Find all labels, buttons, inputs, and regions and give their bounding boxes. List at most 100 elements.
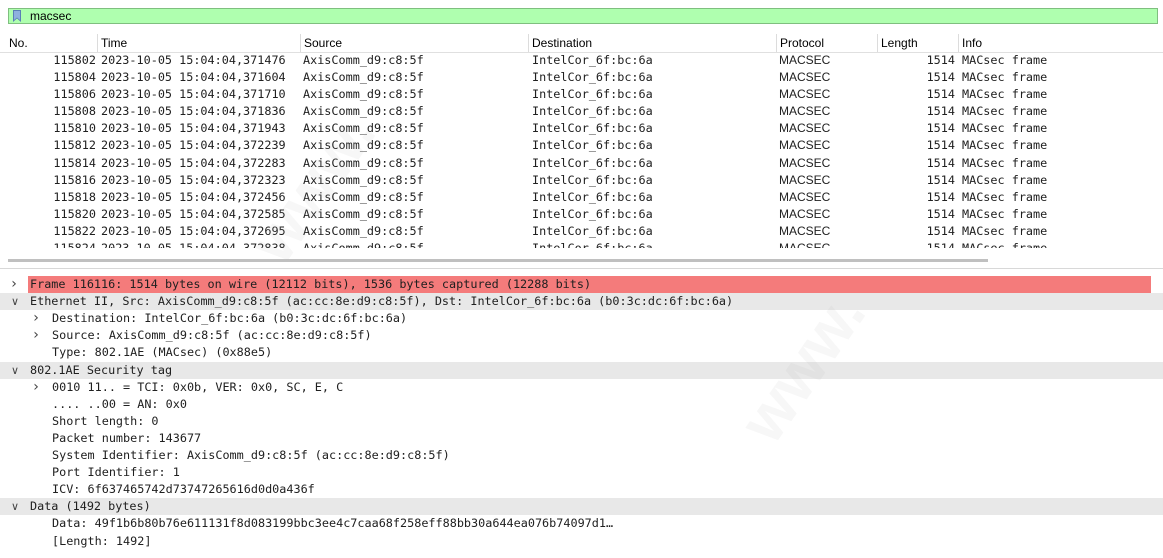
detail-text: Short length: 0 bbox=[52, 413, 159, 428]
table-row[interactable]: 115810 2023-10-05 15:04:04,371943 AxisComm… bbox=[0, 120, 1163, 137]
packet-info: MACsec frame bbox=[962, 206, 1048, 221]
packet-source: AxisComm_d9:c8:5f bbox=[303, 172, 424, 187]
packet-destination: IntelCor_6f:bc:6a bbox=[532, 223, 653, 238]
detail-tree-item[interactable]: Packet number: 143677 bbox=[0, 430, 1163, 447]
packet-time: 2023-10-05 15:04:04,371943 bbox=[101, 121, 286, 136]
detail-tree-item[interactable]: › 0010 11.. = TCI: 0x0b, VER: 0x0, SC, E,… bbox=[0, 379, 1163, 396]
packet-info: MACsec frame bbox=[962, 223, 1048, 238]
packet-source: AxisComm_d9:c8:5f bbox=[303, 138, 424, 153]
column-header-info[interactable]: Info bbox=[958, 34, 1163, 52]
display-filter-input[interactable]: macsec bbox=[8, 8, 1158, 24]
chevron-down-icon[interactable]: ∨ bbox=[9, 362, 21, 379]
packet-destination: IntelCor_6f:bc:6a bbox=[532, 241, 653, 249]
chevron-right-icon[interactable]: › bbox=[8, 276, 20, 293]
horizontal-scrollbar[interactable] bbox=[0, 258, 1163, 268]
detail-tree-item[interactable]: ∨ Ethernet II, Src: AxisComm_d9:c8:5f (ac… bbox=[0, 293, 1163, 311]
packet-info: MACsec frame bbox=[962, 87, 1048, 102]
chevron-right-icon[interactable]: › bbox=[30, 310, 42, 327]
table-row[interactable]: 115814 2023-10-05 15:04:04,372283 AxisComm… bbox=[0, 155, 1163, 172]
chevron-down-icon[interactable]: ∨ bbox=[9, 498, 21, 515]
table-row[interactable]: 115816 2023-10-05 15:04:04,372323 AxisComm… bbox=[0, 172, 1163, 189]
packet-source: AxisComm_d9:c8:5f bbox=[303, 206, 424, 221]
table-row[interactable]: 115818 2023-10-05 15:04:04,372456 AxisComm… bbox=[0, 189, 1163, 206]
packet-list-header: No. Time Source Destination Protocol Len… bbox=[0, 34, 1163, 53]
packet-time: 2023-10-05 15:04:04,372695 bbox=[101, 223, 286, 238]
column-header-time[interactable]: Time bbox=[97, 34, 300, 52]
packet-protocol: MACSEC bbox=[779, 189, 831, 204]
packet-number: 115806 bbox=[53, 87, 96, 102]
column-header-protocol[interactable]: Protocol bbox=[776, 34, 877, 52]
detail-tree-item[interactable]: Data: 49f1b6b80b76e611131f8d083199bbc3ee… bbox=[0, 515, 1163, 532]
packet-destination: IntelCor_6f:bc:6a bbox=[532, 87, 653, 102]
table-row[interactable]: 115812 2023-10-05 15:04:04,372239 AxisComm… bbox=[0, 137, 1163, 154]
chevron-down-icon[interactable]: ∨ bbox=[9, 293, 21, 310]
detail-tree-item[interactable]: ∨ Data (1492 bytes) bbox=[0, 498, 1163, 516]
packet-list[interactable]: No. Time Source Destination Protocol Len… bbox=[0, 34, 1163, 256]
packet-number: 115802 bbox=[53, 53, 96, 67]
packet-info: MACsec frame bbox=[962, 172, 1048, 187]
packet-length: 1514 bbox=[926, 155, 955, 170]
detail-text: 0010 11.. = TCI: 0x0b, VER: 0x0, SC, E, … bbox=[52, 379, 344, 394]
column-header-destination[interactable]: Destination bbox=[528, 34, 776, 52]
packet-time: 2023-10-05 15:04:04,371604 bbox=[101, 70, 286, 85]
detail-tree-item[interactable]: › Destination: IntelCor_6f:bc:6a (b0:3c:d… bbox=[0, 310, 1163, 327]
table-row[interactable]: 115806 2023-10-05 15:04:04,371710 AxisComm… bbox=[0, 86, 1163, 103]
column-header-length[interactable]: Length bbox=[877, 34, 958, 52]
packet-info: MACsec frame bbox=[962, 155, 1048, 170]
chevron-right-icon[interactable]: › bbox=[30, 379, 42, 396]
packet-protocol: MACSEC bbox=[779, 104, 831, 119]
detail-tree-item[interactable]: Port Identifier: 1 bbox=[0, 464, 1163, 481]
detail-tree-item[interactable]: [Length: 1492] bbox=[0, 533, 1163, 550]
packet-time: 2023-10-05 15:04:04,372323 bbox=[101, 172, 286, 187]
packet-number: 115816 bbox=[53, 172, 96, 187]
packet-length: 1514 bbox=[926, 172, 955, 187]
packet-details-tree[interactable]: › Frame 116116: 1514 bytes on wire (12112… bbox=[0, 276, 1163, 558]
packet-length: 1514 bbox=[926, 189, 955, 204]
packet-time: 2023-10-05 15:04:04,371476 bbox=[101, 53, 286, 67]
column-header-no[interactable]: No. bbox=[0, 34, 97, 52]
table-row[interactable]: 115804 2023-10-05 15:04:04,371604 AxisComm… bbox=[0, 69, 1163, 86]
detail-text: Ethernet II, Src: AxisComm_d9:c8:5f (ac:… bbox=[30, 294, 734, 309]
detail-tree-item[interactable]: › Source: AxisComm_d9:c8:5f (ac:cc:8e:d9:… bbox=[0, 327, 1163, 344]
packet-number: 115804 bbox=[53, 70, 96, 85]
detail-tree-item[interactable]: › Frame 116116: 1514 bytes on wire (12112… bbox=[11, 276, 1151, 293]
packet-info: MACsec frame bbox=[962, 138, 1048, 153]
detail-tree-item[interactable]: Short length: 0 bbox=[0, 413, 1163, 430]
packet-info: MACsec frame bbox=[962, 104, 1048, 119]
detail-tree-item[interactable]: ICV: 6f637465742d73747265616d0d0a436f bbox=[0, 481, 1163, 498]
detail-tree-item[interactable]: Type: 802.1AE (MACsec) (0x88e5) bbox=[0, 344, 1163, 361]
table-row[interactable]: 115802 2023-10-05 15:04:04,371476 AxisComm… bbox=[0, 52, 1163, 69]
packet-length: 1514 bbox=[926, 121, 955, 136]
packet-number: 115818 bbox=[53, 189, 96, 204]
pane-divider[interactable] bbox=[0, 268, 1163, 269]
chevron-right-icon[interactable]: › bbox=[30, 327, 42, 344]
table-row[interactable]: 115822 2023-10-05 15:04:04,372695 AxisComm… bbox=[0, 223, 1163, 240]
bookmark-icon[interactable] bbox=[13, 10, 21, 22]
packet-protocol: MACSEC bbox=[779, 121, 831, 136]
packet-time: 2023-10-05 15:04:04,372239 bbox=[101, 138, 286, 153]
table-row[interactable]: 115808 2023-10-05 15:04:04,371836 AxisComm… bbox=[0, 103, 1163, 120]
packet-info: MACsec frame bbox=[962, 121, 1048, 136]
packet-info: MACsec frame bbox=[962, 241, 1048, 249]
scrollbar-thumb[interactable] bbox=[8, 259, 988, 262]
packet-destination: IntelCor_6f:bc:6a bbox=[532, 172, 653, 187]
detail-text: System Identifier: AxisComm_d9:c8:5f (ac… bbox=[52, 448, 450, 462]
detail-tree-item[interactable]: .... ..00 = AN: 0x0 bbox=[0, 396, 1163, 413]
packet-time: 2023-10-05 15:04:04,372585 bbox=[101, 206, 286, 221]
detail-tree-item[interactable]: ∨ 802.1AE Security tag bbox=[0, 361, 1163, 379]
packet-number: 115812 bbox=[53, 138, 96, 153]
table-row[interactable]: 115824 2023-10-05 15:04:04,372838 AxisComm… bbox=[0, 240, 1163, 248]
detail-text: Destination: IntelCor_6f:bc:6a (b0:3c:dc… bbox=[52, 311, 408, 326]
detail-text: Data: 49f1b6b80b76e611131f8d083199bbc3ee… bbox=[52, 516, 614, 531]
packet-info: MACsec frame bbox=[962, 53, 1048, 67]
packet-protocol: MACSEC bbox=[779, 87, 831, 102]
packet-destination: IntelCor_6f:bc:6a bbox=[532, 155, 653, 170]
detail-text: Packet number: 143677 bbox=[52, 430, 202, 445]
table-row[interactable]: 115820 2023-10-05 15:04:04,372585 AxisComm… bbox=[0, 206, 1163, 223]
packet-source: AxisComm_d9:c8:5f bbox=[303, 87, 424, 102]
detail-text: Data (1492 bytes) bbox=[30, 499, 151, 514]
detail-tree-item[interactable]: System Identifier: AxisComm_d9:c8:5f (ac… bbox=[0, 447, 1163, 464]
packet-number: 115820 bbox=[53, 206, 96, 221]
detail-text: [Length: 1492] bbox=[52, 533, 152, 548]
column-header-source[interactable]: Source bbox=[300, 34, 528, 52]
